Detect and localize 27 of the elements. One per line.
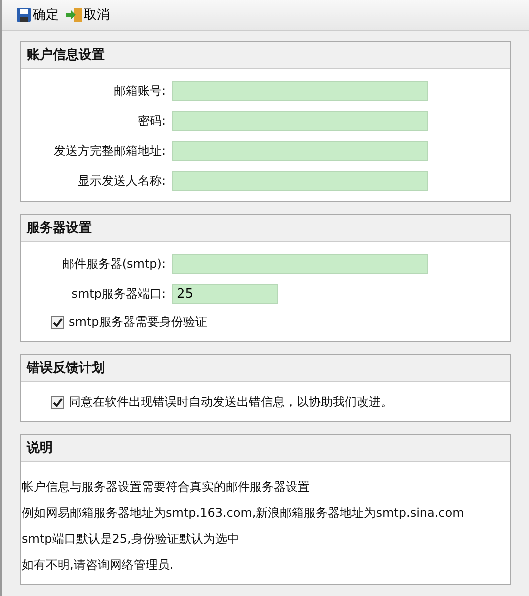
save-button[interactable]: 确定 bbox=[16, 6, 59, 24]
field-label: 密码: bbox=[136, 112, 166, 130]
input-field[interactable] bbox=[172, 254, 428, 274]
input-field[interactable] bbox=[172, 171, 428, 191]
panel-header: 错误反馈计划 bbox=[21, 355, 510, 382]
checkbox-label: 同意在软件出现错误时自动发送出错信息，以协助我们改进。 bbox=[69, 394, 393, 411]
field-label: smtp服务器端口: bbox=[70, 286, 166, 302]
input-field[interactable]: 25 bbox=[172, 284, 278, 304]
field-label: 邮件服务器(smtp): bbox=[61, 256, 166, 272]
field-label: 显示发送人名称: bbox=[76, 172, 166, 190]
note-text: smtp端口默认是25,身份验证默认为选中 bbox=[21, 531, 240, 548]
field-label: 发送方完整邮箱地址: bbox=[52, 142, 166, 160]
note-text: 例如网易邮箱服务器地址为smtp.163.com,新浪邮箱服务器地址为smtp.sina.com bbox=[21, 505, 466, 522]
checkbox-label: smtp服务器需要身份验证 bbox=[69, 314, 208, 331]
note-text: 帐户信息与服务器设置需要符合真实的邮件服务器设置 bbox=[21, 479, 311, 496]
input-field[interactable] bbox=[172, 141, 428, 161]
panel-header: 服务器设置 bbox=[21, 215, 510, 242]
exit-arrow-icon bbox=[65, 7, 83, 23]
panel-header: 说明 bbox=[21, 435, 510, 462]
cancel-button[interactable]: 取消 bbox=[65, 6, 110, 24]
checkbox[interactable] bbox=[51, 396, 64, 409]
panel-header: 账户信息设置 bbox=[21, 42, 510, 69]
input-field[interactable] bbox=[172, 111, 428, 131]
field-label: 邮箱账号: bbox=[112, 82, 166, 100]
checkbox[interactable] bbox=[51, 316, 64, 329]
note-text: 如有不明,请咨询网络管理员. bbox=[21, 557, 175, 574]
input-field[interactable] bbox=[172, 81, 428, 101]
